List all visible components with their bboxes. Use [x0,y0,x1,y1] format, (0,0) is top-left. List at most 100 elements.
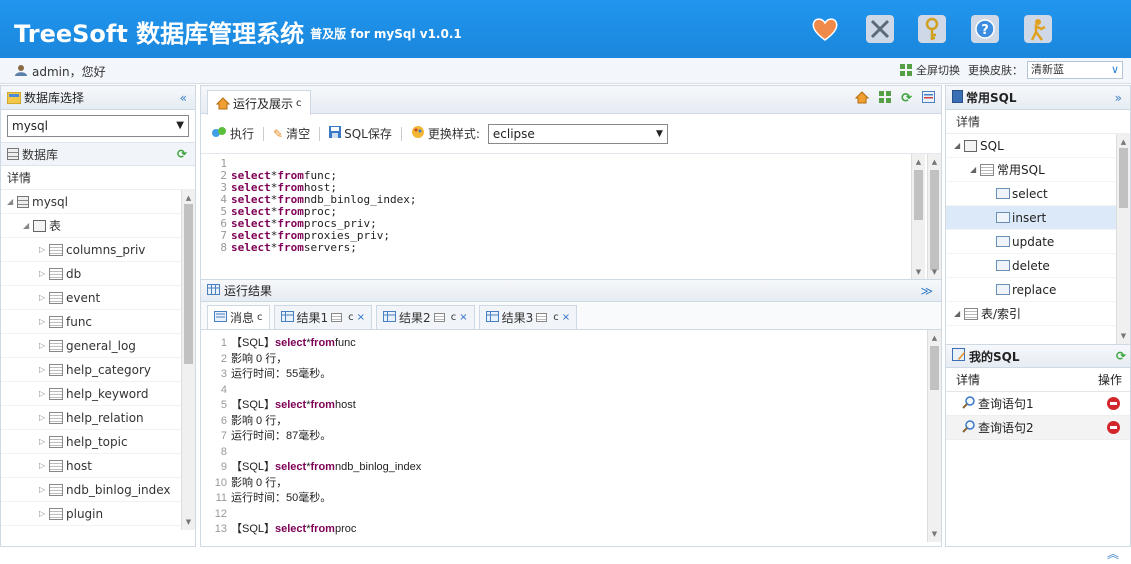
expanded-icon[interactable]: ◢ [970,165,980,174]
scroll-down-icon[interactable]: ▼ [182,516,195,528]
home-icon[interactable] [854,91,870,108]
result-tab[interactable]: 结果2 c × [376,305,475,329]
scroll-thumb[interactable] [184,204,193,364]
close-icon[interactable]: × [562,312,570,323]
fullscreen-icon[interactable] [900,64,912,76]
table-row[interactable]: ▷ host [1,454,195,478]
collapsed-icon[interactable]: ▷ [39,293,49,302]
scroll-up-icon[interactable]: ▲ [928,332,941,344]
common-sql-item[interactable]: select [946,182,1130,206]
scroll-down-icon[interactable]: ▼ [928,528,941,540]
collapse-left-icon[interactable]: « [180,91,187,105]
tools-icon[interactable] [863,12,897,46]
database-select[interactable]: mysql ▼ [7,115,189,137]
scroll-down-icon[interactable]: ▼ [912,266,925,278]
result-tab[interactable]: 结果3 c × [478,305,578,329]
refresh-icon[interactable]: ⟳ [177,147,187,161]
result-scrollbar[interactable]: ▲ ▼ [927,330,941,542]
common-sql-item[interactable]: insert [946,206,1130,230]
scroll-up-icon[interactable]: ▲ [912,156,925,168]
common-sql-item[interactable]: update [946,230,1130,254]
common-sql-item[interactable]: replace [946,278,1130,302]
table-row[interactable]: ▷ db [1,262,195,286]
collapsed-icon[interactable]: ▷ [39,365,49,374]
collapsed-icon[interactable]: ▷ [39,245,49,254]
expanded-icon[interactable]: ◢ [23,221,33,230]
scroll-up-icon[interactable]: ▲ [1117,136,1130,148]
refresh-icon[interactable]: ⟳ [901,91,912,108]
collapsed-icon[interactable]: ▷ [39,437,49,446]
collapsed-icon[interactable]: ▷ [39,341,49,350]
collapsed-icon[interactable]: ▷ [39,389,49,398]
scroll-up-icon[interactable]: ▲ [928,156,941,168]
right-tree-scrollbar[interactable]: ▲ ▼ [1116,134,1130,344]
help-icon[interactable]: ? [968,12,1002,46]
sql-editor-content[interactable]: 1 2 select * from func; 3 select * from host… [201,158,911,254]
scroll-thumb[interactable] [1119,148,1128,208]
table-row[interactable]: ▷ func [1,310,195,334]
sql-editor[interactable]: 1 2 select * from func; 3 select * from host… [201,154,941,280]
my-sql-row[interactable]: 查询语句1 [946,392,1130,416]
collapse-result-icon[interactable]: ≫ [920,284,933,298]
key-icon[interactable] [915,12,949,46]
tab-refresh[interactable]: c [348,312,354,323]
collapse-right-icon[interactable]: » [1115,91,1122,105]
style-select[interactable]: eclipse ▼ [487,123,668,144]
editor-scrollbar[interactable]: ▲ ▼ [911,154,925,279]
tab-refresh[interactable]: c [257,312,263,323]
close-tab-icon[interactable] [922,91,935,108]
collapsed-icon[interactable]: ▷ [39,509,49,518]
table-row[interactable]: ▷proc [1,526,195,530]
run-button[interactable]: 执行 [211,125,254,142]
expanded-icon[interactable]: ◢ [954,309,964,318]
tree-node-index[interactable]: ◢ 表/索引 [946,302,1130,326]
tab-refresh[interactable]: c [296,98,302,109]
tree-node-mysql[interactable]: ◢ mysql [1,190,195,214]
collapsed-icon[interactable]: ▷ [39,413,49,422]
common-sql-item[interactable]: delete [946,254,1130,278]
tree-node-common-sql[interactable]: ◢ 常用SQL [946,158,1130,182]
expanded-icon[interactable]: ◢ [7,197,17,206]
tree-scrollbar[interactable]: ▲ ▼ [181,190,195,530]
table-row[interactable]: ▷ columns_priv [1,238,195,262]
table-row[interactable]: ▷ help_topic [1,430,195,454]
tab-refresh[interactable]: c [553,312,559,323]
expanded-icon[interactable]: ◢ [954,141,964,150]
table-row[interactable]: ▷ event [1,286,195,310]
logout-icon[interactable] [1021,12,1055,46]
result-tab[interactable]: 消息 c [207,305,270,329]
close-icon[interactable]: × [459,312,467,323]
table-row[interactable]: ▷ help_keyword [1,382,195,406]
scroll-to-top-icon[interactable]: ︽ [1107,545,1119,562]
tab-run-display[interactable]: 运行及展示 c [207,90,311,115]
table-row[interactable]: ▷ general_log [1,334,195,358]
delete-icon[interactable] [1107,421,1120,434]
fullscreen-toggle[interactable]: 全屏切换 [916,62,960,78]
panel-scrollbar[interactable]: ▲ ▼ [927,154,941,279]
table-row[interactable]: ▷ help_relation [1,406,195,430]
fullscreen-icon[interactable] [879,91,892,108]
table-row[interactable]: ▷ ndb_binlog_index [1,478,195,502]
table-row[interactable]: ▷ help_category [1,358,195,382]
tree-node-sql[interactable]: ◢ SQL [946,134,1130,158]
tab-refresh[interactable]: c [451,312,457,323]
scroll-up-icon[interactable]: ▲ [182,192,195,204]
delete-icon[interactable] [1107,397,1120,410]
collapsed-icon[interactable]: ▷ [39,461,49,470]
scroll-thumb[interactable] [914,170,923,220]
collapsed-icon[interactable]: ▷ [39,317,49,326]
collapsed-icon[interactable]: ▷ [39,269,49,278]
scroll-down-icon[interactable]: ▼ [928,266,941,278]
scroll-down-icon[interactable]: ▼ [1117,330,1130,342]
clear-button[interactable]: ✎ 清空 [273,125,310,142]
refresh-icon[interactable]: ⟳ [1116,349,1126,363]
collapsed-icon[interactable]: ▷ [39,485,49,494]
sql-save-button[interactable]: SQL保存 [329,125,392,142]
heart-icon[interactable] [808,12,842,46]
tree-node-tables[interactable]: ◢ 表 [1,214,195,238]
close-icon[interactable]: × [357,312,365,323]
skin-select[interactable]: 清新蓝 ∨ [1027,61,1123,79]
scroll-thumb[interactable] [930,346,939,390]
scroll-thumb[interactable] [930,170,939,270]
table-row[interactable]: ▷ plugin [1,502,195,526]
